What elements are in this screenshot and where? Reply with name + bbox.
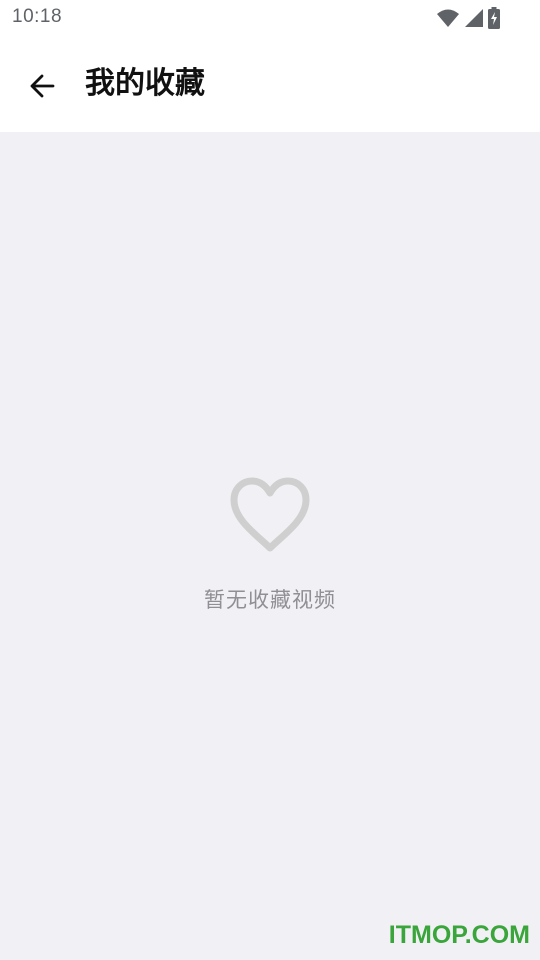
page-title: 我的收藏 [85,66,205,101]
signal-icon [465,9,483,27]
favorites-content: 暂无收藏视频 [0,132,540,960]
heart-outline-icon [230,477,310,552]
app-bar: 我的收藏 [0,36,540,132]
empty-state: 暂无收藏视频 [0,476,540,614]
arrow-back-icon [30,74,55,98]
battery-charging-icon [488,7,500,29]
watermark: ITMOP.COM [388,921,530,949]
status-bar: 10:18 [0,0,540,36]
back-button[interactable] [22,66,62,106]
wifi-icon [437,9,459,27]
empty-state-message: 暂无收藏视频 [204,588,336,612]
status-icons [436,7,500,29]
status-time: 10:18 [12,6,63,27]
